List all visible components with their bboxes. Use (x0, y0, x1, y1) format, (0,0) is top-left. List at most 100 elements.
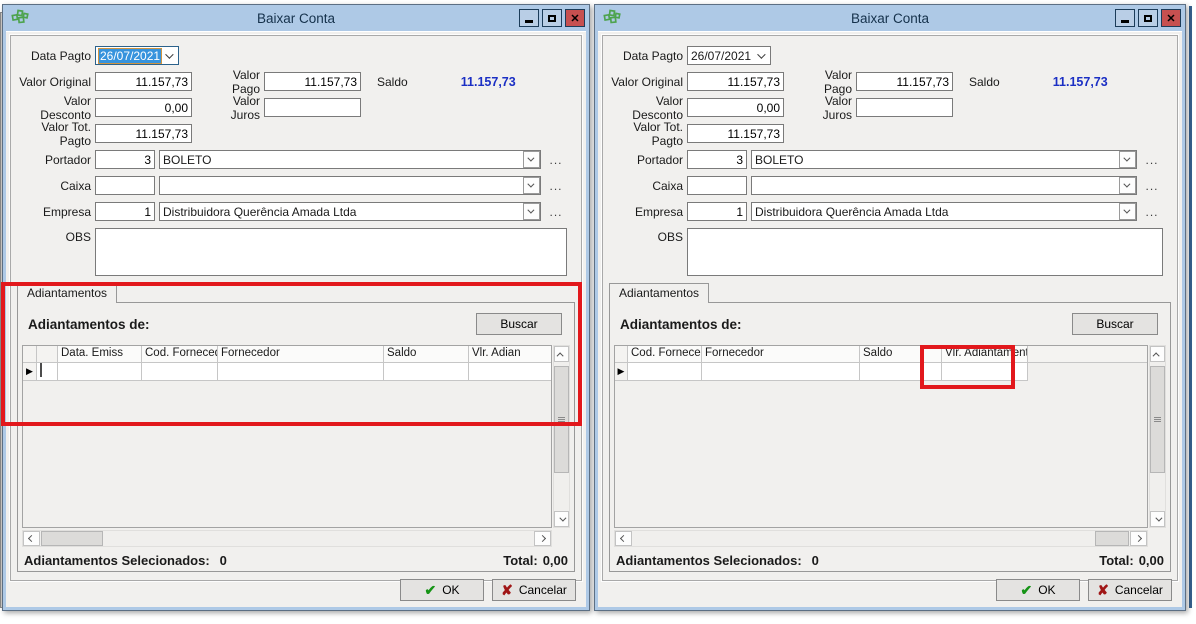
cancelar-button[interactable]: ✘ Cancelar (492, 579, 576, 601)
ok-button[interactable]: ✔ OK (400, 579, 484, 601)
grid-header-row: Cod. Fornecedor Fornecedor Saldo Vlr. Ad… (615, 346, 1147, 363)
vertical-scroll-thumb[interactable] (554, 366, 569, 473)
valor-desconto-input[interactable] (687, 98, 784, 117)
window-body: Data Pagto 26/07/2021 Valor Original Val… (6, 31, 586, 607)
horizontal-scroll-thumb[interactable] (41, 531, 103, 546)
scroll-right-button[interactable] (1130, 531, 1147, 546)
column-header-saldo[interactable]: Saldo (384, 346, 469, 363)
scroll-left-button[interactable] (615, 531, 632, 546)
adiantamentos-grid[interactable]: Cod. Fornecedor Fornecedor Saldo Vlr. Ad… (614, 345, 1148, 528)
caixa-more-button[interactable]: ... (1143, 179, 1161, 193)
column-header-cod-fornecedor[interactable]: Cod. Fornecedor (142, 346, 218, 363)
grid-row[interactable]: ▶ (615, 363, 1147, 381)
saldo-value: 11.157,73 (1008, 75, 1108, 89)
empresa-more-button[interactable]: ... (547, 205, 565, 219)
valor-original-input[interactable] (95, 72, 192, 91)
horizontal-scrollbar[interactable] (22, 530, 552, 547)
tab-strip: Adiantamentos (609, 283, 1171, 302)
portador-combobox[interactable]: BOLETO (751, 150, 1137, 169)
obs-textarea[interactable] (687, 228, 1163, 276)
cell-fornecedor (702, 363, 860, 381)
portador-more-button[interactable]: ... (547, 153, 565, 167)
titlebar[interactable]: Baixar Conta ✕ (595, 5, 1185, 31)
scroll-down-button[interactable] (554, 511, 569, 527)
column-header-cod-fornecedor[interactable]: Cod. Fornecedor (628, 346, 702, 363)
row-checkbox[interactable] (40, 363, 42, 377)
minimize-button[interactable] (1115, 9, 1135, 27)
buscar-button[interactable]: Buscar (476, 313, 562, 335)
empresa-code-input[interactable] (95, 202, 155, 221)
valor-pago-input[interactable] (856, 72, 953, 91)
valor-tot-pagto-input[interactable] (687, 124, 784, 143)
data-pagto-value: 26/07/2021 (99, 49, 161, 63)
column-header-vlr-adiantamento[interactable]: Vlr. Adian (469, 346, 551, 363)
maximize-icon (548, 15, 556, 22)
close-button[interactable]: ✕ (565, 9, 585, 27)
data-pagto-combobox[interactable]: 26/07/2021 (95, 46, 179, 65)
portador-code-input[interactable] (95, 150, 155, 169)
close-button[interactable]: ✕ (1161, 9, 1181, 27)
column-header-data-emiss[interactable]: Data. Emiss (58, 346, 142, 363)
valor-juros-input[interactable] (856, 98, 953, 117)
caixa-more-button[interactable]: ... (547, 179, 565, 193)
scroll-up-button[interactable] (1150, 346, 1165, 362)
obs-textarea[interactable] (95, 228, 567, 276)
scroll-up-button[interactable] (554, 346, 569, 362)
column-header-fornecedor[interactable]: Fornecedor (702, 346, 860, 363)
valor-desconto-input[interactable] (95, 98, 192, 117)
window-title: Baixar Conta (595, 11, 1185, 26)
column-header-vlr-adiantamento[interactable]: Vlr. Adiantamento (942, 346, 1028, 363)
scroll-down-button[interactable] (1150, 511, 1165, 527)
empresa-combobox[interactable]: Distribuidora Querência Amada Ltda (159, 202, 541, 221)
column-header-fornecedor[interactable]: Fornecedor (218, 346, 384, 363)
empresa-combobox[interactable]: Distribuidora Querência Amada Ltda (751, 202, 1137, 221)
portador-dropdown-button[interactable] (523, 151, 540, 168)
form: Data Pagto 26/07/2021 Valor Original Val… (603, 36, 1177, 276)
caixa-combobox[interactable] (751, 176, 1137, 195)
tab-adiantamentos[interactable]: Adiantamentos (609, 283, 709, 303)
chevron-down-icon[interactable] (757, 50, 765, 58)
cancelar-button-label: Cancelar (519, 583, 567, 597)
portador-combobox[interactable]: BOLETO (159, 150, 541, 169)
vertical-scrollbar[interactable] (553, 345, 570, 528)
cancelar-button[interactable]: ✘ Cancelar (1088, 579, 1172, 601)
maximize-button[interactable] (1138, 9, 1158, 27)
scroll-right-button[interactable] (534, 531, 551, 546)
adiantamentos-grid[interactable]: Data. Emiss Cod. Fornecedor Fornecedor S… (22, 345, 552, 528)
data-pagto-combobox[interactable]: 26/07/2021 (687, 46, 771, 65)
minimize-button[interactable] (519, 9, 539, 27)
valor-juros-input[interactable] (264, 98, 361, 117)
caixa-code-input[interactable] (687, 176, 747, 195)
caixa-dropdown-button[interactable] (523, 177, 540, 194)
empresa-code-input[interactable] (687, 202, 747, 221)
chevron-down-icon (527, 181, 534, 188)
horizontal-scroll-thumb[interactable] (1095, 531, 1129, 546)
portador-dropdown-button[interactable] (1119, 151, 1136, 168)
horizontal-scrollbar[interactable] (614, 530, 1148, 547)
tab-adiantamentos[interactable]: Adiantamentos (17, 283, 117, 303)
caixa-code-input[interactable] (95, 176, 155, 195)
grid-row[interactable]: ▶ (23, 363, 551, 381)
column-header-saldo[interactable]: Saldo (860, 346, 942, 363)
empresa-dropdown-button[interactable] (1119, 203, 1136, 220)
valor-pago-input[interactable] (264, 72, 361, 91)
maximize-button[interactable] (542, 9, 562, 27)
vertical-scrollbar[interactable] (1149, 345, 1166, 528)
empresa-more-button[interactable]: ... (1143, 205, 1161, 219)
portador-more-button[interactable]: ... (1143, 153, 1161, 167)
portador-code-input[interactable] (687, 150, 747, 169)
caixa-dropdown-button[interactable] (1119, 177, 1136, 194)
obs-label: OBS (13, 230, 95, 244)
scroll-left-button[interactable] (23, 531, 40, 546)
chevron-down-icon[interactable] (165, 50, 173, 58)
buscar-button[interactable]: Buscar (1072, 313, 1158, 335)
valor-original-input[interactable] (687, 72, 784, 91)
ok-button[interactable]: ✔ OK (996, 579, 1080, 601)
caixa-label: Caixa (605, 179, 687, 193)
empresa-dropdown-button[interactable] (523, 203, 540, 220)
valor-pago-label: Valor Pago (206, 68, 264, 96)
titlebar[interactable]: Baixar Conta ✕ (3, 5, 589, 31)
caixa-combobox[interactable] (159, 176, 541, 195)
valor-tot-pagto-input[interactable] (95, 124, 192, 143)
vertical-scroll-thumb[interactable] (1150, 366, 1165, 473)
